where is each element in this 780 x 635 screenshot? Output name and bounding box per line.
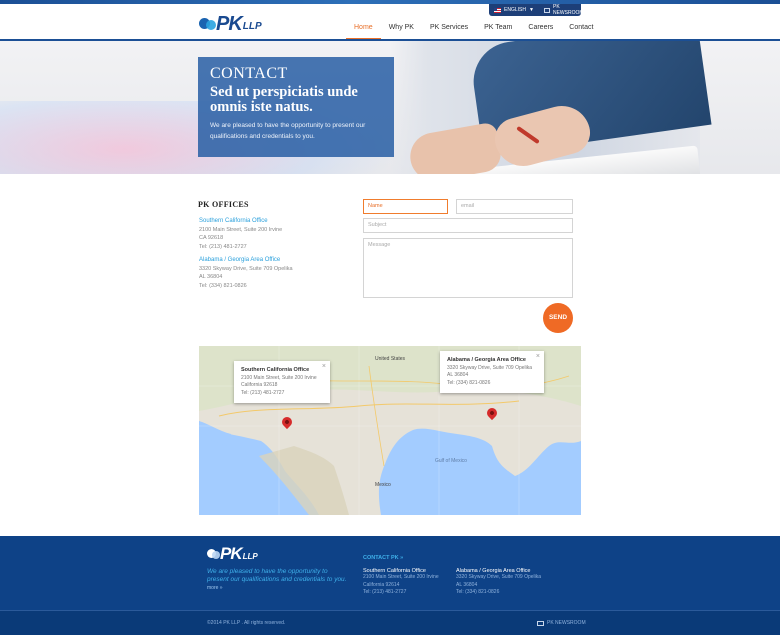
footer-more-link[interactable]: more » <box>207 585 223 591</box>
footer-office-line: 3320 Skyway Drive, Suite 709 Opelika <box>456 574 542 580</box>
footer-office-alabama: Alabama / Georgia Area Office 3320 Skywa… <box>456 568 541 597</box>
main-nav: Home Why PK PK Services PK Team Careers … <box>346 17 601 40</box>
nav-pk-team[interactable]: PK Team <box>476 17 520 40</box>
newsroom-label: PK NEWSROOM <box>552 4 584 16</box>
popup-alabama-line3: Tel: (334) 821-0826 <box>447 379 491 386</box>
popup-alabama-line2: AL 36804 <box>447 372 469 378</box>
popup-socal-line1: 2100 Main Street, Suite 200 Irvine <box>241 374 317 381</box>
offices-title: PK OFFICES <box>198 200 249 209</box>
popup-socal-line3: Tel: (213) 481-2727 <box>241 389 285 396</box>
office-socal-street: 2100 Main Street, Suite 200 Irvine <box>199 226 283 233</box>
footer-office-socal: Southern California Office 2100 Main Str… <box>363 568 439 597</box>
nav-pk-services[interactable]: PK Services <box>422 17 476 40</box>
footer-contact-heading[interactable]: CONTACT PK » <box>363 555 403 561</box>
hero-label: CONTACT <box>210 65 288 82</box>
logo-suffix: LLP <box>242 552 258 561</box>
caret-down-icon: ▼ <box>528 7 534 13</box>
office-alabama-tel: Tel: (334) 821-0826 <box>199 282 247 289</box>
footer-office-line: California 92614 <box>363 581 400 588</box>
send-button[interactable]: SEND <box>543 303 573 333</box>
popup-alabama-title: Alabama / Georgia Area Office <box>447 357 526 363</box>
language-label: ENGLISH <box>504 7 526 13</box>
office-alabama-street: 3320 Skyway Drive, Suite 709 Opelika <box>199 265 293 272</box>
logo-text: PK <box>216 13 243 35</box>
office-alabama-name[interactable]: Alabama / Georgia Area Office <box>199 256 293 265</box>
footer: PK LLP We are pleased to have the opport… <box>0 536 780 610</box>
footer-office-line: AL 36804 <box>456 581 478 588</box>
label-gulf-of-mexico: Gulf of Mexico <box>435 458 467 464</box>
popup-socal-line2: California 92618 <box>241 382 278 388</box>
newspaper-icon <box>537 620 544 626</box>
office-socal-city: CA 92618 <box>199 235 224 241</box>
logo-mark-secondary-icon <box>206 20 216 30</box>
footer-logo[interactable]: PK LLP <box>207 545 258 562</box>
name-field[interactable]: Name <box>363 199 448 214</box>
footer-bottom-bar: ©2014 PK LLP . All rights reserved. PK N… <box>0 610 780 635</box>
office-socal: Southern California Office 2100 Main Str… <box>199 217 282 251</box>
message-field[interactable]: Message <box>363 238 573 298</box>
footer-office-line: Tel: (334) 821-0826 <box>456 589 500 595</box>
footer-newsroom-label: PK NEWSROOM <box>547 620 586 626</box>
nav-contact[interactable]: Contact <box>561 17 601 40</box>
office-map[interactable]: United States Gulf of Mexico Mexico × So… <box>199 346 581 515</box>
hero-headline: Sed ut perspiciatis unde omnis iste natu… <box>210 84 358 115</box>
footer-office-line: 2100 Main Street, Suite 200 Irvine <box>363 574 439 580</box>
email-field[interactable]: email <box>456 199 573 214</box>
utility-bar: ENGLISH ▼ PK NEWSROOM <box>489 4 584 16</box>
language-selector[interactable]: ENGLISH ▼ <box>489 4 539 16</box>
close-icon[interactable]: × <box>322 363 326 371</box>
popup-socal-title: Southern California Office <box>241 367 310 373</box>
footer-newsroom-link[interactable]: PK NEWSROOM <box>537 620 586 626</box>
newspaper-icon <box>543 7 550 13</box>
office-alabama-city: AL 36804 <box>199 274 223 280</box>
map-popup-alabama: × Alabama / Georgia Area Office 3320 Sky… <box>440 351 544 393</box>
label-mexico: Mexico <box>375 482 391 488</box>
top-accent-bar <box>0 0 780 4</box>
nav-home[interactable]: Home <box>346 17 381 40</box>
us-flag-icon <box>494 7 501 13</box>
office-socal-tel: Tel: (213) 481-2727 <box>199 243 247 250</box>
newsroom-link[interactable]: PK NEWSROOM <box>539 4 590 16</box>
close-icon[interactable]: × <box>536 353 540 361</box>
logo-suffix: LLP <box>242 21 262 32</box>
hero-text: We are pleased to have the opportunity t… <box>210 122 366 140</box>
office-socal-name[interactable]: Southern California Office <box>199 217 282 226</box>
nav-careers[interactable]: Careers <box>520 17 561 40</box>
logo-mark-secondary-icon <box>212 551 220 559</box>
copyright: ©2014 PK LLP . All rights reserved. <box>207 620 286 626</box>
nav-why-pk[interactable]: Why PK <box>381 17 422 40</box>
logo-text: PK <box>220 544 243 563</box>
office-alabama: Alabama / Georgia Area Office 3320 Skywa… <box>199 256 293 290</box>
subject-field[interactable]: Subject <box>363 218 573 233</box>
footer-office-line: Tel: (213) 481-2727 <box>363 589 407 595</box>
label-united-states: United States <box>375 356 406 362</box>
footer-tagline: We are pleased to have the opportunity t… <box>207 568 347 583</box>
pk-logo[interactable]: PK LLP <box>199 12 262 34</box>
popup-alabama-line1: 3320 Skyway Drive, Suite 709 Opelika <box>447 364 533 371</box>
map-popup-socal: × Southern California Office 2100 Main S… <box>234 361 330 403</box>
hero-caption-box: CONTACT Sed ut perspiciatis unde omnis i… <box>198 57 394 157</box>
